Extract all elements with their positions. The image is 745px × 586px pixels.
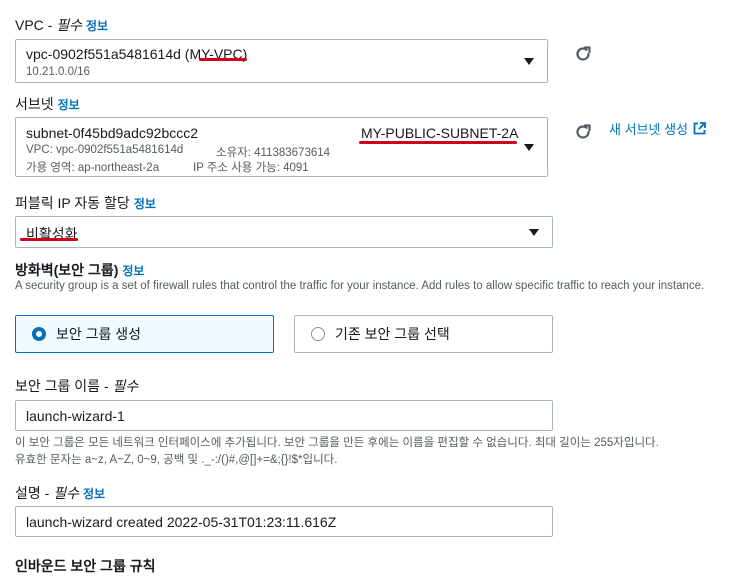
- public-ip-select[interactable]: 비활성화: [15, 216, 553, 248]
- subnet-select[interactable]: subnet-0f45bd9adc92bccc2 MY-PUBLIC-SUBNE…: [15, 117, 548, 177]
- subnet-owner: 소유자: 411383673614: [216, 147, 331, 159]
- sg-name-required: 필수: [112, 378, 139, 394]
- firewall-description: A security group is a set of firewall ru…: [15, 280, 705, 292]
- sg-name-help-1: 이 보안 그룹은 모든 네트워크 인터페이스에 추가됩니다. 보안 그룹을 만든…: [15, 437, 659, 449]
- chevron-down-icon: [529, 229, 539, 236]
- subnet-name-underline: [359, 141, 517, 144]
- subnet-ip-available: IP 주소 사용 가능: 4091: [193, 162, 309, 174]
- vpc-info-link[interactable]: 정보: [86, 19, 108, 33]
- vpc-select[interactable]: vpc-0902f551a5481614d (MY-VPC) 10.21.0.0…: [15, 39, 548, 83]
- subnet-label: 서브넷 정보: [15, 96, 80, 112]
- description-info-link[interactable]: 정보: [83, 487, 105, 501]
- vpc-name-underline: [199, 58, 247, 61]
- create-security-group-option[interactable]: 보안 그룹 생성: [15, 315, 274, 353]
- public-ip-info-link[interactable]: 정보: [134, 197, 156, 211]
- chevron-down-icon: [524, 58, 534, 65]
- public-ip-value: 비활성화: [26, 226, 78, 242]
- description-required: 필수: [53, 485, 79, 501]
- subnet-id: subnet-0f45bd9adc92bccc2: [26, 125, 199, 141]
- sg-name-label: 보안 그룹 이름 - 필수: [15, 378, 139, 394]
- create-subnet-link[interactable]: 새 서브넷 생성: [609, 119, 706, 138]
- subnet-name: MY-PUBLIC-SUBNET-2A: [361, 125, 519, 141]
- firewall-heading: 방화벽(보안 그룹) 정보: [15, 262, 145, 278]
- refresh-icon[interactable]: [573, 44, 593, 64]
- subnet-az: 가용 영역: ap-northeast-2a: [26, 162, 160, 174]
- vpc-cidr: 10.21.0.0/16: [26, 66, 90, 78]
- external-link-icon: [693, 122, 706, 135]
- subnet-vpc: VPC: vpc-0902f551a5481614d: [26, 144, 184, 156]
- public-ip-label: 퍼블릭 IP 자동 할당 정보: [15, 195, 156, 211]
- radio-unselected-icon[interactable]: [311, 327, 325, 341]
- vpc-label: VPC - 필수 정보: [15, 17, 109, 33]
- public-ip-underline: [20, 238, 78, 241]
- radio-selected-icon[interactable]: [32, 327, 46, 341]
- inbound-rules-heading: 인바운드 보안 그룹 규칙: [15, 558, 156, 574]
- description-label: 설명 - 필수 정보: [15, 485, 106, 501]
- refresh-icon[interactable]: [573, 122, 593, 142]
- sg-name-help-2: 유효한 문자는 a~z, A~Z, 0~9, 공백 및 ._-:/()#,@[]…: [15, 454, 338, 466]
- select-existing-security-group-option[interactable]: 기존 보안 그룹 선택: [294, 315, 553, 353]
- chevron-down-icon: [524, 144, 534, 151]
- subnet-info-link[interactable]: 정보: [58, 98, 80, 112]
- firewall-info-link[interactable]: 정보: [122, 264, 144, 278]
- description-input[interactable]: launch-wizard created 2022-05-31T01:23:1…: [15, 506, 553, 537]
- vpc-required: 필수: [56, 17, 82, 33]
- sg-name-input[interactable]: launch-wizard-1: [15, 400, 553, 431]
